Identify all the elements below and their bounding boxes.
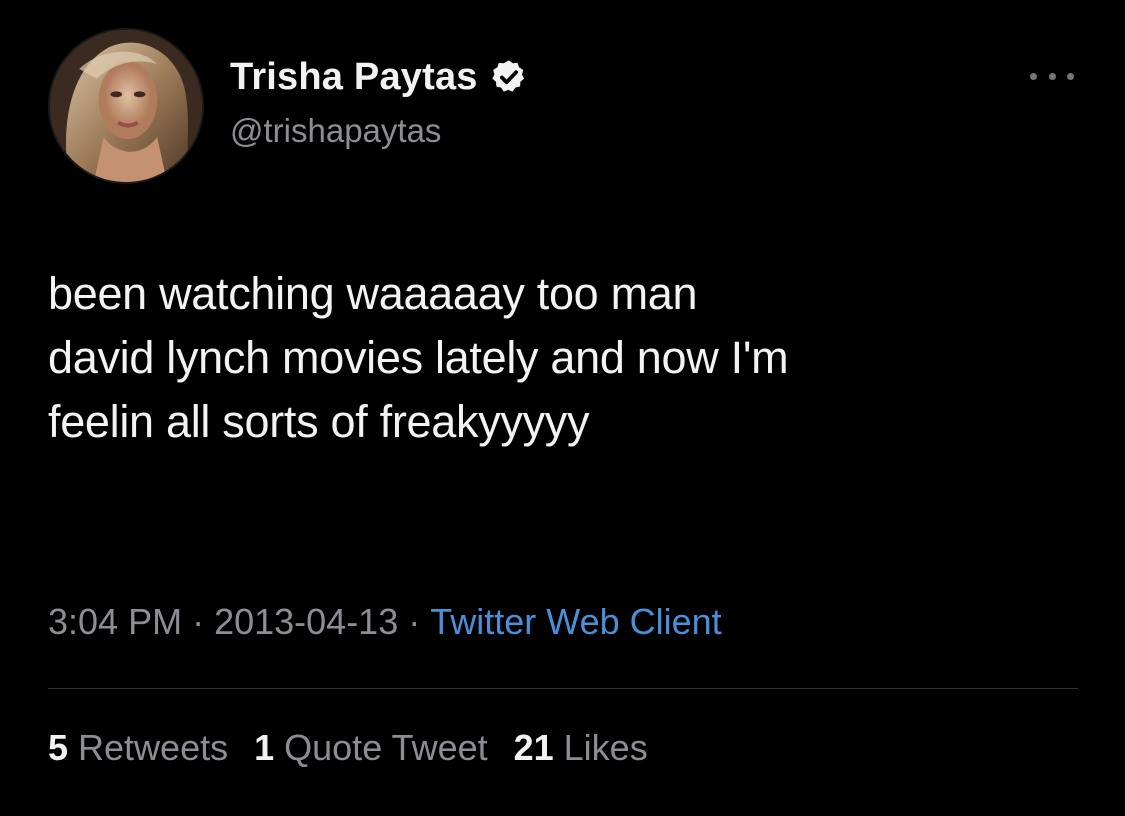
more-dot-icon [1048, 72, 1056, 80]
likes-label: Likes [563, 727, 648, 768]
quote-tweets-count: 1 [254, 727, 275, 768]
tweet-source-link[interactable]: Twitter Web Client [430, 604, 721, 640]
likes-count: 21 [513, 727, 554, 768]
likes-stat[interactable]: 21 Likes [514, 730, 648, 766]
tweet-time[interactable]: 3:04 PM [48, 604, 182, 640]
more-dot-icon [1067, 72, 1074, 80]
avatar-image [50, 30, 202, 182]
verified-badge-icon [490, 58, 528, 96]
tweet-text-line: feelin all sorts of freakyyyyy [48, 396, 590, 447]
divider [48, 688, 1078, 689]
retweets-label: Retweets [78, 727, 229, 768]
meta-separator: · [408, 601, 421, 642]
user-handle[interactable]: @trishapaytas [230, 114, 441, 147]
tweet-meta: 3:04 PM · 2013-04-13 · Twitter Web Clien… [48, 604, 722, 640]
meta-separator: · [192, 601, 205, 642]
user-name-row: Trisha Paytas [230, 58, 528, 96]
tweet-card: Trisha Paytas @trishapaytas been watchin… [0, 0, 1125, 816]
more-dot-icon [1030, 72, 1037, 80]
display-name[interactable]: Trisha Paytas [230, 58, 478, 96]
more-options-icon[interactable] [1030, 64, 1074, 88]
tweet-text-line: david lynch movies lately and now I'm [48, 332, 789, 383]
retweets-stat[interactable]: 5 Retweets [48, 730, 228, 766]
tweet-date[interactable]: 2013-04-13 [214, 604, 398, 640]
tweet-text: been watching waaaaay too man david lync… [48, 262, 1088, 454]
quote-tweets-stat[interactable]: 1 Quote Tweet [254, 730, 488, 766]
tweet-text-line: been watching waaaaay too man [48, 268, 698, 319]
quote-tweets-label: Quote Tweet [284, 727, 488, 768]
tweet-stats: 5 Retweets 1 Quote Tweet 21 Likes [48, 730, 674, 766]
retweets-count: 5 [48, 727, 69, 768]
avatar[interactable] [48, 28, 204, 184]
